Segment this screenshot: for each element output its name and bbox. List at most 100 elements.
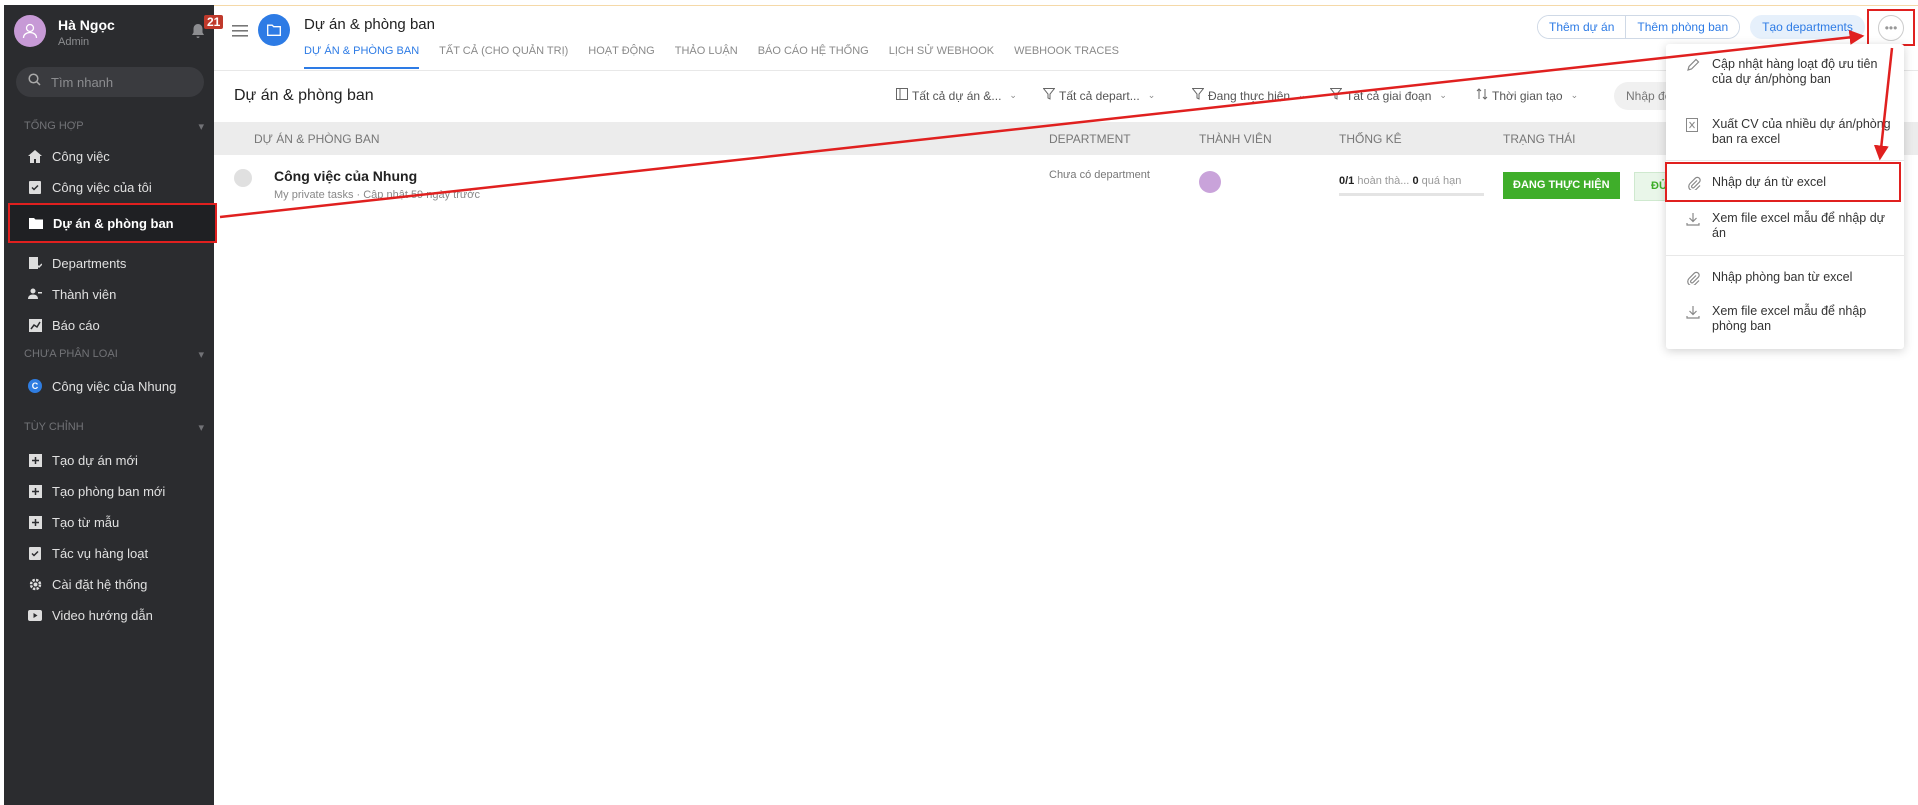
add-button-group: Thêm dự án Thêm phòng ban bbox=[1537, 15, 1741, 39]
header-actions: Thêm dự án Thêm phòng ban Tạo department… bbox=[1537, 15, 1865, 39]
more-options-menu: Cập nhật hàng loạt độ ưu tiên của dự án/… bbox=[1665, 44, 1904, 349]
section-heading: Dự án & phòng ban bbox=[234, 87, 374, 104]
menu-item-import-departments[interactable]: Nhập phòng ban từ excel bbox=[1666, 270, 1904, 287]
project-badge: C bbox=[28, 379, 42, 393]
tab-projects-departments[interactable]: DỰ ÁN & PHÒNG BAN bbox=[304, 45, 420, 69]
sidebar-item-new-project[interactable]: Tạo dự án mới bbox=[12, 445, 210, 475]
column-header[interactable]: DEPARTMENT bbox=[1049, 132, 1131, 146]
sidebar-item-reports[interactable]: Báo cáo bbox=[12, 310, 210, 340]
download-icon bbox=[1686, 305, 1700, 319]
sidebar-item-video-guide[interactable]: Video hướng dẫn bbox=[12, 600, 210, 630]
ellipsis-icon: ••• bbox=[1884, 20, 1898, 35]
progress-bar bbox=[1339, 193, 1484, 196]
sidebar-item-bulk-actions[interactable]: Tác vụ hàng loạt bbox=[12, 538, 210, 568]
chevron-down-icon: ⌄ bbox=[1009, 90, 1017, 100]
column-header[interactable]: TRẠNG THÁI bbox=[1503, 132, 1575, 146]
sidebar-item-departments[interactable]: Departments bbox=[12, 248, 210, 278]
menu-item-project-template[interactable]: Xem file excel mẫu để nhập dự án bbox=[1666, 211, 1904, 241]
download-icon bbox=[1686, 212, 1700, 226]
top-accent-line bbox=[214, 5, 1918, 6]
header-divider bbox=[214, 70, 1918, 71]
column-header[interactable]: THÀNH VIÊN bbox=[1199, 132, 1272, 146]
chevron-down-icon: ⌄ bbox=[1147, 90, 1156, 100]
user-role: Admin bbox=[58, 36, 90, 48]
project-department: Chưa có department bbox=[1049, 169, 1150, 181]
checklist-icon bbox=[28, 180, 42, 194]
project-stats: 0/1 hoàn thà... 0 quá hạn bbox=[1339, 175, 1462, 187]
sort-created-time[interactable]: Thời gian tạo ⌄ bbox=[1476, 88, 1578, 103]
tab-webhook-history[interactable]: LỊCH SỬ WEBHOOK bbox=[889, 45, 994, 69]
filter-stages[interactable]: Tất cả giai đoạn ⌄ bbox=[1329, 88, 1447, 103]
filter-status[interactable]: Đang thực hiện ⌄ bbox=[1191, 88, 1306, 103]
tab-activity[interactable]: HOẠT ĐỘNG bbox=[588, 45, 654, 69]
chevron-down-icon: ⌄ bbox=[1439, 90, 1447, 100]
plus-square-icon bbox=[28, 515, 42, 529]
paperclip-icon bbox=[1687, 176, 1701, 192]
sidebar-item-my-tasks[interactable]: Công việc của tôi bbox=[12, 172, 210, 202]
sidebar-item-new-department[interactable]: Tạo phòng ban mới bbox=[12, 476, 210, 506]
sidebar-item-nhung-tasks[interactable]: C Công việc của Nhung bbox=[12, 371, 210, 401]
member-avatar[interactable] bbox=[1199, 171, 1221, 193]
annotation-arrows bbox=[219, 29, 1894, 219]
sort-icon bbox=[1476, 88, 1488, 103]
filter-projects[interactable]: Tất cả dự án &... ⌄ bbox=[896, 88, 1017, 103]
filter-departments[interactable]: Tất cả depart... ⌄ bbox=[1042, 88, 1156, 103]
sidebar: Hà Ngọc Admin 21 TỔNG HỢP▾ Công việc Côn… bbox=[4, 5, 224, 805]
sidebar-item-members[interactable]: Thành viên bbox=[12, 279, 210, 309]
status-badge[interactable]: ĐANG THỰC HIỆN bbox=[1503, 172, 1620, 199]
more-button-highlight: ••• bbox=[1867, 9, 1915, 46]
menu-item-export-excel[interactable]: Xuất CV của nhiều dự án/phòng ban ra exc… bbox=[1666, 117, 1904, 147]
more-options-button[interactable]: ••• bbox=[1878, 14, 1904, 41]
project-subtitle: My private tasks · Cập nhật 59 ngày trướ… bbox=[274, 189, 480, 201]
add-project-button[interactable]: Thêm dự án bbox=[1538, 16, 1626, 38]
menu-icon[interactable] bbox=[232, 24, 248, 38]
pencil-icon bbox=[1686, 58, 1700, 72]
project-title[interactable]: Công việc của Nhung bbox=[274, 168, 417, 184]
caret-down-icon: ▾ bbox=[198, 121, 204, 133]
menu-item-import-projects[interactable]: Nhập dự án từ excel bbox=[1665, 162, 1901, 202]
folder-icon bbox=[258, 14, 290, 46]
tab-webhook-traces[interactable]: WEBHOOK TRACES bbox=[1014, 45, 1119, 69]
plus-square-icon bbox=[28, 484, 42, 498]
menu-divider bbox=[1666, 160, 1904, 161]
create-departments-button[interactable]: Tạo departments bbox=[1750, 15, 1865, 39]
search-icon bbox=[28, 73, 41, 91]
tab-bar: DỰ ÁN & PHÒNG BAN TẤT CẢ (CHO QUẢN TRỊ) … bbox=[304, 45, 1119, 69]
table-header: DỰ ÁN & PHÒNG BAN DEPARTMENT THÀNH VIÊN … bbox=[214, 122, 1918, 155]
plus-square-icon bbox=[28, 453, 42, 467]
menu-item-bulk-priority[interactable]: Cập nhật hàng loạt độ ưu tiên của dự án/… bbox=[1666, 57, 1904, 87]
avatar bbox=[14, 15, 46, 47]
table-row[interactable]: Công việc của Nhung My private tasks · C… bbox=[214, 157, 1918, 207]
filter-icon bbox=[1191, 88, 1205, 103]
paperclip-icon bbox=[1686, 271, 1700, 287]
users-icon bbox=[28, 287, 42, 301]
sidebar-item-projects[interactable]: Dự án & phòng ban bbox=[8, 203, 217, 243]
filter-icon bbox=[1042, 88, 1056, 103]
sidebar-item-from-template[interactable]: Tạo từ mẫu bbox=[12, 507, 210, 537]
video-icon bbox=[28, 608, 42, 622]
home-icon bbox=[28, 149, 42, 163]
section-uncategorized[interactable]: CHƯA PHÂN LOẠI ▾ bbox=[24, 348, 204, 361]
tab-discussion[interactable]: THẢO LUẬN bbox=[675, 45, 738, 69]
row-select-radio[interactable] bbox=[234, 169, 252, 187]
sidebar-item-settings[interactable]: Cài đặt hệ thống bbox=[12, 569, 210, 599]
chevron-down-icon: ⌄ bbox=[1298, 90, 1306, 100]
section-custom[interactable]: TÙY CHỈNH ▾ bbox=[24, 421, 204, 434]
column-header[interactable]: DỰ ÁN & PHÒNG BAN bbox=[254, 132, 380, 146]
tab-system-report[interactable]: BÁO CÁO HỆ THỐNG bbox=[758, 45, 869, 69]
gear-icon bbox=[28, 577, 42, 591]
chevron-down-icon: ⌄ bbox=[1570, 90, 1579, 100]
tab-all-admin[interactable]: TẤT CẢ (CHO QUẢN TRỊ) bbox=[439, 45, 568, 69]
add-department-button[interactable]: Thêm phòng ban bbox=[1625, 16, 1740, 38]
column-header[interactable]: THỐNG KÊ bbox=[1339, 132, 1402, 146]
chart-icon bbox=[28, 318, 42, 332]
quick-search-input[interactable] bbox=[51, 74, 191, 90]
sidebar-item-tasks[interactable]: Công việc bbox=[12, 141, 210, 171]
quick-search[interactable] bbox=[16, 67, 204, 97]
menu-divider bbox=[1666, 255, 1904, 256]
layout-icon bbox=[896, 88, 908, 103]
user-profile[interactable]: Hà Ngọc Admin 21 bbox=[14, 13, 224, 53]
menu-item-department-template[interactable]: Xem file excel mẫu để nhập phòng ban bbox=[1666, 304, 1904, 334]
section-overview[interactable]: TỔNG HỢP ▾ bbox=[24, 120, 204, 133]
excel-file-icon bbox=[1686, 118, 1700, 132]
